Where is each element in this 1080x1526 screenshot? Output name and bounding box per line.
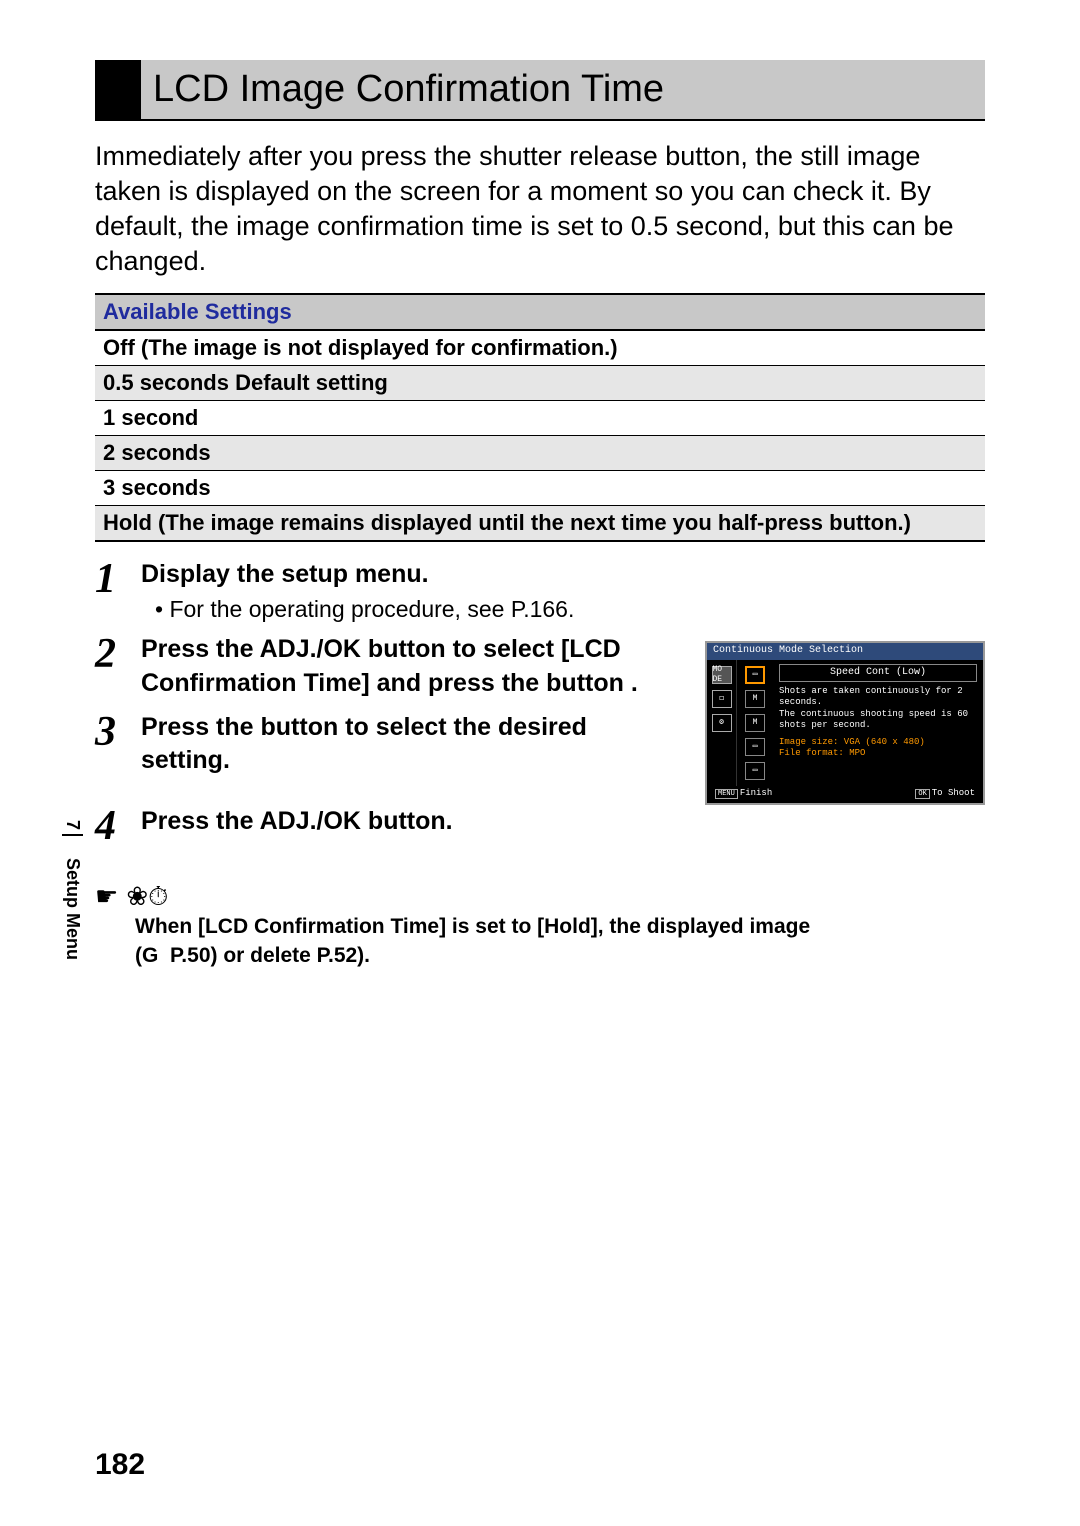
section-title: LCD Image Confirmation Time (141, 60, 985, 119)
title-marker (95, 60, 141, 119)
lcd-left-icons: MO DE ◻ ⚙ (707, 660, 737, 786)
ok-action-label: To Shoot (932, 788, 975, 798)
step-number: 1 (95, 558, 123, 600)
settings-row: 1 second (95, 401, 985, 436)
settings-header: Available Settings (95, 295, 985, 331)
settings-row: Hold (The image remains displayed until … (95, 506, 985, 542)
note-text: When [LCD Confirmation Time] is set to [… (135, 913, 985, 970)
menu-action-label: Finish (740, 788, 772, 798)
settings-row: 2 seconds (95, 436, 985, 471)
lcd-desc: Shots are taken continuously for 2 secon… (779, 686, 977, 731)
option-icon: ▭ (745, 738, 765, 756)
mode-icon: MO DE (712, 666, 732, 684)
lcd-mode-title: Speed Cont (Low) (779, 664, 977, 683)
option-icon: M (745, 690, 765, 708)
lcd-footer: MENUFinish OKTo Shoot (707, 786, 983, 804)
step-title: Press the ADJ./OK button. (141, 805, 985, 839)
camera-icon: ◻ (712, 690, 732, 708)
step-title: Display the setup menu. (141, 558, 985, 592)
step-number: 4 (95, 805, 123, 847)
settings-row: 0.5 seconds Default setting (95, 366, 985, 401)
flower-timer-icon: ❀⏱ (126, 881, 168, 913)
tools-icon: ⚙ (712, 714, 732, 732)
lcd-mid-icons: ▭ M M ▭ ▭ (737, 660, 773, 786)
page-number: 182 (95, 1448, 145, 1482)
option-icon: M (745, 714, 765, 732)
step-number: 3 (95, 711, 123, 753)
lcd-info: Image size: VGA (640 x 480)File format: … (779, 737, 977, 760)
menu-button-label: MENU (715, 789, 738, 800)
option-icon: ▭ (745, 666, 765, 684)
step: 2 Press the ADJ./OK button to select [LC… (95, 633, 681, 701)
step: 1 Display the setup menu. • For the oper… (95, 558, 985, 623)
option-icon: ▭ (745, 762, 765, 780)
section-title-bar: LCD Image Confirmation Time (95, 60, 985, 121)
side-tab: 7 Setup Menu (62, 820, 83, 960)
chapter-number: 7 (62, 820, 83, 836)
lcd-header: Continuous Mode Selection (707, 643, 983, 660)
chapter-label: Setup Menu (62, 858, 83, 960)
ok-button-label: OK (915, 789, 929, 800)
settings-row: Off (The image is not displayed for conf… (95, 331, 985, 366)
step-subtext: • For the operating procedure, see P.166… (155, 596, 985, 623)
settings-row: 3 seconds (95, 471, 985, 506)
intro-paragraph: Immediately after you press the shutter … (95, 139, 985, 279)
caution-note: ☛ ❀⏱ (95, 881, 985, 913)
step-number: 2 (95, 633, 123, 675)
step: 4 Press the ADJ./OK button. (95, 805, 985, 847)
step: 3 Press the button to select the desired… (95, 711, 681, 779)
step-title: Press the ADJ./OK button to select [LCD … (141, 633, 681, 701)
hand-icon: ☛ (95, 881, 118, 913)
available-settings-table: Available Settings Off (The image is not… (95, 293, 985, 542)
steps-list: 1 Display the setup menu. • For the oper… (95, 558, 985, 847)
step-title: Press the button to select the desired s… (141, 711, 681, 779)
lcd-preview: Continuous Mode Selection MO DE ◻ ⚙ ▭ M … (705, 641, 985, 805)
